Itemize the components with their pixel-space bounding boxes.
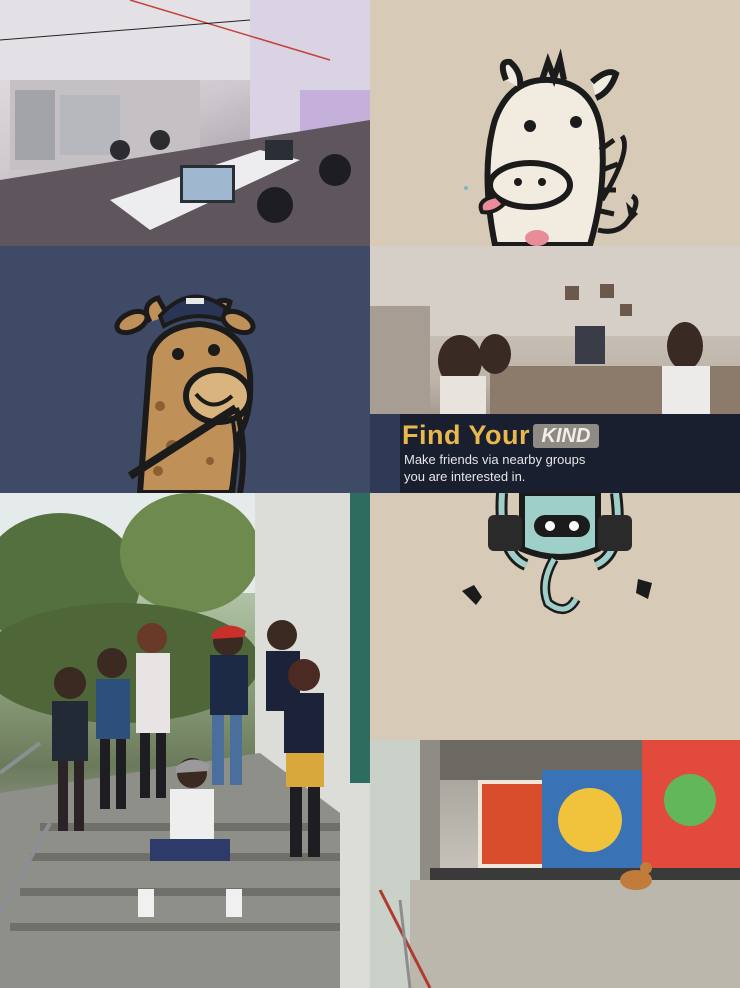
promo-banner: Find Your KIND Make friends via nearby g… — [370, 414, 740, 493]
office-photo-illustration — [0, 0, 370, 246]
girls-group-illustration — [0, 493, 370, 988]
banner-subtitle-line-1: Make friends via nearby groups — [404, 452, 586, 467]
graffiti-cafe-illustration — [370, 740, 740, 988]
giraffe-mascot — [0, 246, 370, 493]
graffiti-cafe-photo — [370, 740, 740, 988]
photo-collage: Find Your KIND Make friends via nearby g… — [0, 0, 740, 988]
banner-badge: KIND — [533, 424, 599, 448]
banner-title: Find Your — [402, 420, 530, 450]
office-workers-photo: Find Your KIND Make friends via nearby g… — [370, 246, 740, 493]
robot-icon — [462, 493, 652, 614]
zebra-mascot — [370, 0, 740, 246]
banner-subtitle-line-2: you are interested in. — [404, 469, 526, 484]
zebra-icon — [464, 48, 639, 246]
office-photo — [0, 0, 370, 246]
girls-group-photo — [0, 493, 370, 988]
robot-mascot — [370, 493, 740, 740]
banner-side-strip — [370, 414, 400, 493]
giraffe-icon — [114, 294, 256, 493]
